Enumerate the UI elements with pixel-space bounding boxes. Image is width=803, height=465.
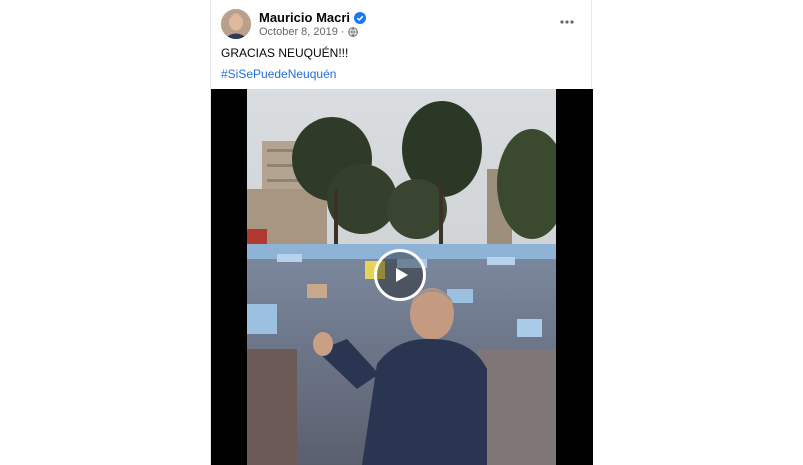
post-date[interactable]: October 8, 2019 — [259, 26, 338, 38]
verified-badge-icon — [354, 11, 367, 24]
video-player[interactable] — [211, 89, 593, 465]
hashtag-link[interactable]: #SiSePuedeNeuquén — [221, 67, 336, 81]
author-name[interactable]: Mauricio Macri — [259, 10, 350, 25]
more-options-icon[interactable] — [557, 14, 577, 30]
post-text: GRACIAS NEUQUÉN!!! — [221, 46, 349, 60]
post-meta: October 8, 2019 · — [259, 26, 358, 38]
author-name-link[interactable]: Mauricio Macri — [259, 10, 367, 25]
play-icon[interactable] — [374, 249, 426, 301]
post-card: Mauricio Macri October 8, 2019 · GRACIAS… — [210, 0, 593, 465]
meta-separator: · — [340, 26, 345, 38]
globe-icon[interactable] — [347, 27, 358, 38]
author-avatar[interactable] — [221, 9, 251, 39]
post-header: Mauricio Macri October 8, 2019 · — [221, 8, 583, 42]
